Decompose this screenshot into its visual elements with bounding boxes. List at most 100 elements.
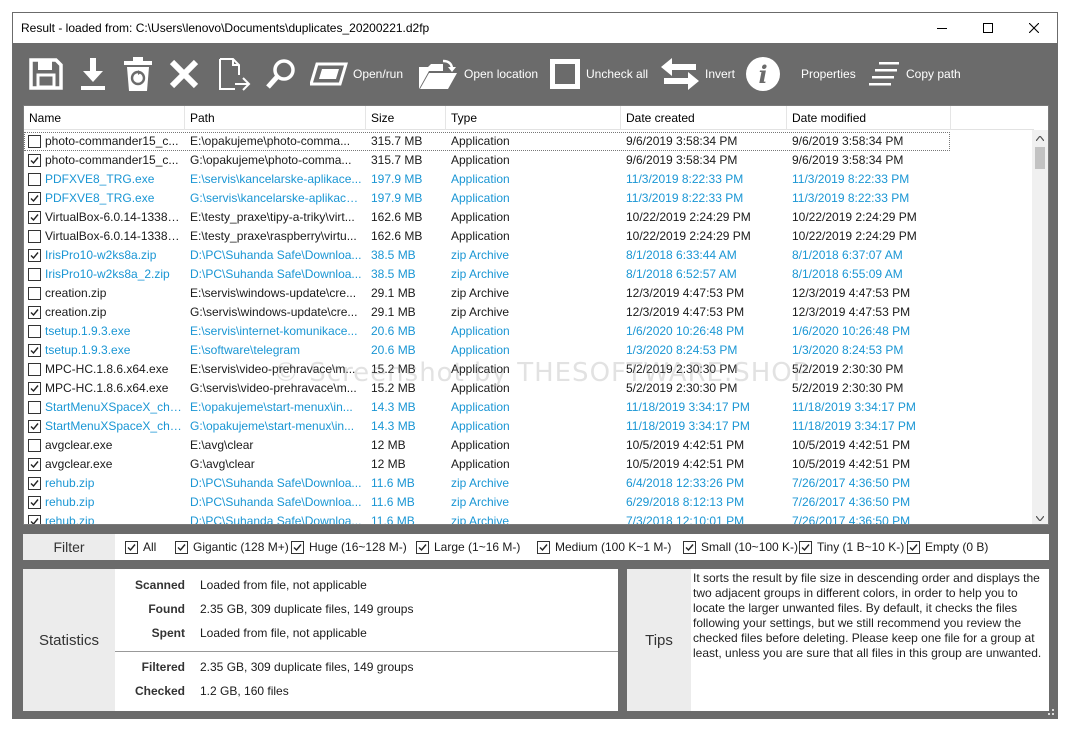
open-location-button[interactable]: Open location <box>417 43 538 105</box>
row-checkbox[interactable] <box>28 515 41 524</box>
filter-checkbox[interactable] <box>125 540 138 554</box>
filter-checkbox[interactable] <box>291 540 304 554</box>
filter-checkbox[interactable] <box>175 540 188 554</box>
scroll-up-button[interactable] <box>1032 130 1048 146</box>
table-row[interactable]: StartMenuXSpaceX_chip... E:\opakujeme\sta… <box>24 398 1034 417</box>
row-checkbox[interactable] <box>28 287 41 300</box>
uncheck-all-button[interactable]: Uncheck all <box>549 43 648 105</box>
vertical-scrollbar[interactable] <box>1032 130 1048 524</box>
invert-button[interactable]: Invert <box>660 43 735 105</box>
cell-type: zip Archive <box>451 476 510 490</box>
row-checkbox[interactable] <box>28 173 41 186</box>
row-checkbox[interactable] <box>28 268 41 281</box>
stats-divider <box>115 651 618 652</box>
cell-size: 29.1 MB <box>371 305 416 319</box>
table-row[interactable]: StartMenuXSpaceX_chip... G:\opakujeme\sta… <box>24 417 1034 436</box>
column-header-path[interactable]: Path <box>185 106 366 130</box>
filter-option[interactable]: Large (1~16 M-) <box>416 534 520 560</box>
table-row[interactable]: MPC-HC.1.8.6.x64.exe E:\servis\video-preh… <box>24 360 1034 379</box>
table-row[interactable]: IrisPro10-w2ks8a_2.zip D:\PC\Suhanda Safe… <box>24 265 1034 284</box>
row-checkbox[interactable] <box>28 135 41 148</box>
row-checkbox[interactable] <box>28 496 41 509</box>
cell-modified: 10/5/2019 4:42:51 PM <box>792 438 911 452</box>
table-row[interactable]: rehub.zip D:\PC\Suhanda Safe\Downloa... 11… <box>24 493 1034 512</box>
row-checkbox[interactable] <box>28 382 41 395</box>
table-row[interactable]: rehub.zip D:\PC\Suhanda Safe\Downloa... 11… <box>24 474 1034 493</box>
table-row[interactable]: photo-commander15_c... G:\opakujeme\photo… <box>24 151 1034 170</box>
table-row[interactable]: MPC-HC.1.8.6.x64.exe G:\servis\video-preh… <box>24 379 1034 398</box>
table-row[interactable]: creation.zip G:\servis\windows-update\cre… <box>24 303 1034 322</box>
row-checkbox[interactable] <box>28 420 41 433</box>
table-row[interactable]: VirtualBox-6.0.14-13389... E:\testy_praxe… <box>24 227 1034 246</box>
chevron-up-icon <box>1036 135 1044 141</box>
row-checkbox[interactable] <box>28 211 41 224</box>
table-row[interactable]: avgclear.exe G:\avg\clear 12 MB Application… <box>24 455 1034 474</box>
row-checkbox[interactable] <box>28 230 41 243</box>
table-row[interactable]: photo-commander15_c... E:\opakujeme\photo… <box>24 132 950 151</box>
export-button[interactable] <box>79 43 107 105</box>
column-header-date-modified[interactable]: Date modified <box>787 106 951 130</box>
table-row[interactable]: tsetup.1.9.3.exe E:\software\telegram 20.6… <box>24 341 1034 360</box>
filter-option-label: Tiny (1 B~10 K-) <box>817 540 905 554</box>
row-checkbox[interactable] <box>28 363 41 376</box>
resize-grip-icon[interactable] <box>1045 706 1055 716</box>
delete-button[interactable] <box>169 43 199 105</box>
scroll-down-button[interactable] <box>1032 510 1048 524</box>
filter-option[interactable]: Empty (0 B) <box>907 534 988 560</box>
filter-option[interactable]: Gigantic (128 M+) <box>175 534 289 560</box>
table-row[interactable]: avgclear.exe E:\avg\clear 12 MB Application… <box>24 436 1034 455</box>
minimize-button[interactable] <box>919 13 965 43</box>
filter-option[interactable]: Small (10~100 K-) <box>683 534 798 560</box>
cell-modified: 11/3/2019 8:22:33 PM <box>792 172 910 186</box>
maximize-button[interactable] <box>965 13 1011 43</box>
scrollbar-thumb[interactable] <box>1035 147 1045 169</box>
save-button[interactable] <box>29 43 63 105</box>
table-row[interactable]: IrisPro10-w2ks8a.zip D:\PC\Suhanda Safe\D… <box>24 246 1034 265</box>
close-button[interactable] <box>1011 13 1057 43</box>
row-checkbox[interactable] <box>28 154 41 167</box>
open-run-button[interactable]: Open/run <box>310 43 403 105</box>
row-checkbox[interactable] <box>28 325 41 338</box>
filter-option[interactable]: Tiny (1 B~10 K-) <box>799 534 904 560</box>
cell-modified: 10/22/2019 2:24:29 PM <box>792 229 917 243</box>
row-checkbox[interactable] <box>28 344 41 357</box>
table-row[interactable]: PDFXVE8_TRG.exe E:\servis\kancelarske-apl… <box>24 170 1034 189</box>
table-row[interactable]: rehub.zip D:\PC\Suhanda Safe\Downloa... 11… <box>24 512 1034 525</box>
recycle-button[interactable] <box>122 43 154 105</box>
filter-option[interactable]: All <box>125 534 156 560</box>
cell-name: rehub.zip <box>45 514 95 525</box>
column-header-date-created[interactable]: Date created <box>621 106 787 130</box>
cell-path: D:\PC\Suhanda Safe\Downloa... <box>190 495 362 509</box>
table-row[interactable]: PDFXVE8_TRG.exe G:\servis\kancelarske-apl… <box>24 189 1034 208</box>
row-checkbox[interactable] <box>28 458 41 471</box>
filter-checkbox[interactable] <box>683 540 696 554</box>
filter-option[interactable]: Huge (16~128 M-) <box>291 534 407 560</box>
row-checkbox[interactable] <box>28 477 41 490</box>
filter-checkbox[interactable] <box>907 540 920 554</box>
move-button[interactable] <box>217 43 251 105</box>
properties-button[interactable]: i Properties <box>745 43 856 105</box>
copy-path-button[interactable]: Copy path <box>869 43 961 105</box>
column-header-type[interactable]: Type <box>446 106 621 130</box>
row-checkbox[interactable] <box>28 401 41 414</box>
row-checkbox[interactable] <box>28 306 41 319</box>
row-checkbox[interactable] <box>28 249 41 262</box>
cell-modified: 9/6/2019 3:58:34 PM <box>792 153 904 167</box>
row-checkbox[interactable] <box>28 192 41 205</box>
column-header-size[interactable]: Size <box>366 106 446 130</box>
column-header-name[interactable]: Name <box>24 106 185 130</box>
filter-checkbox[interactable] <box>537 540 550 554</box>
cell-size: 15.2 MB <box>371 362 416 376</box>
cell-created: 9/6/2019 3:58:34 PM <box>626 153 738 167</box>
table-row[interactable]: VirtualBox-6.0.14-13389... E:\testy_praxe… <box>24 208 1034 227</box>
cell-created: 10/22/2019 2:24:29 PM <box>626 229 751 243</box>
preview-button[interactable] <box>265 43 297 105</box>
table-row[interactable]: creation.zip E:\servis\windows-update\cre… <box>24 284 1034 303</box>
filter-checkbox[interactable] <box>799 540 812 554</box>
filter-option[interactable]: Medium (100 K~1 M-) <box>537 534 671 560</box>
stat-checked-value: 1.2 GB, 160 files <box>200 684 289 698</box>
filter-checkbox[interactable] <box>416 540 429 554</box>
table-row[interactable]: tsetup.1.9.3.exe E:\servis\internet-komun… <box>24 322 1034 341</box>
cell-path: E:\servis\kancelarske-aplikace... <box>190 172 362 186</box>
row-checkbox[interactable] <box>28 439 41 452</box>
